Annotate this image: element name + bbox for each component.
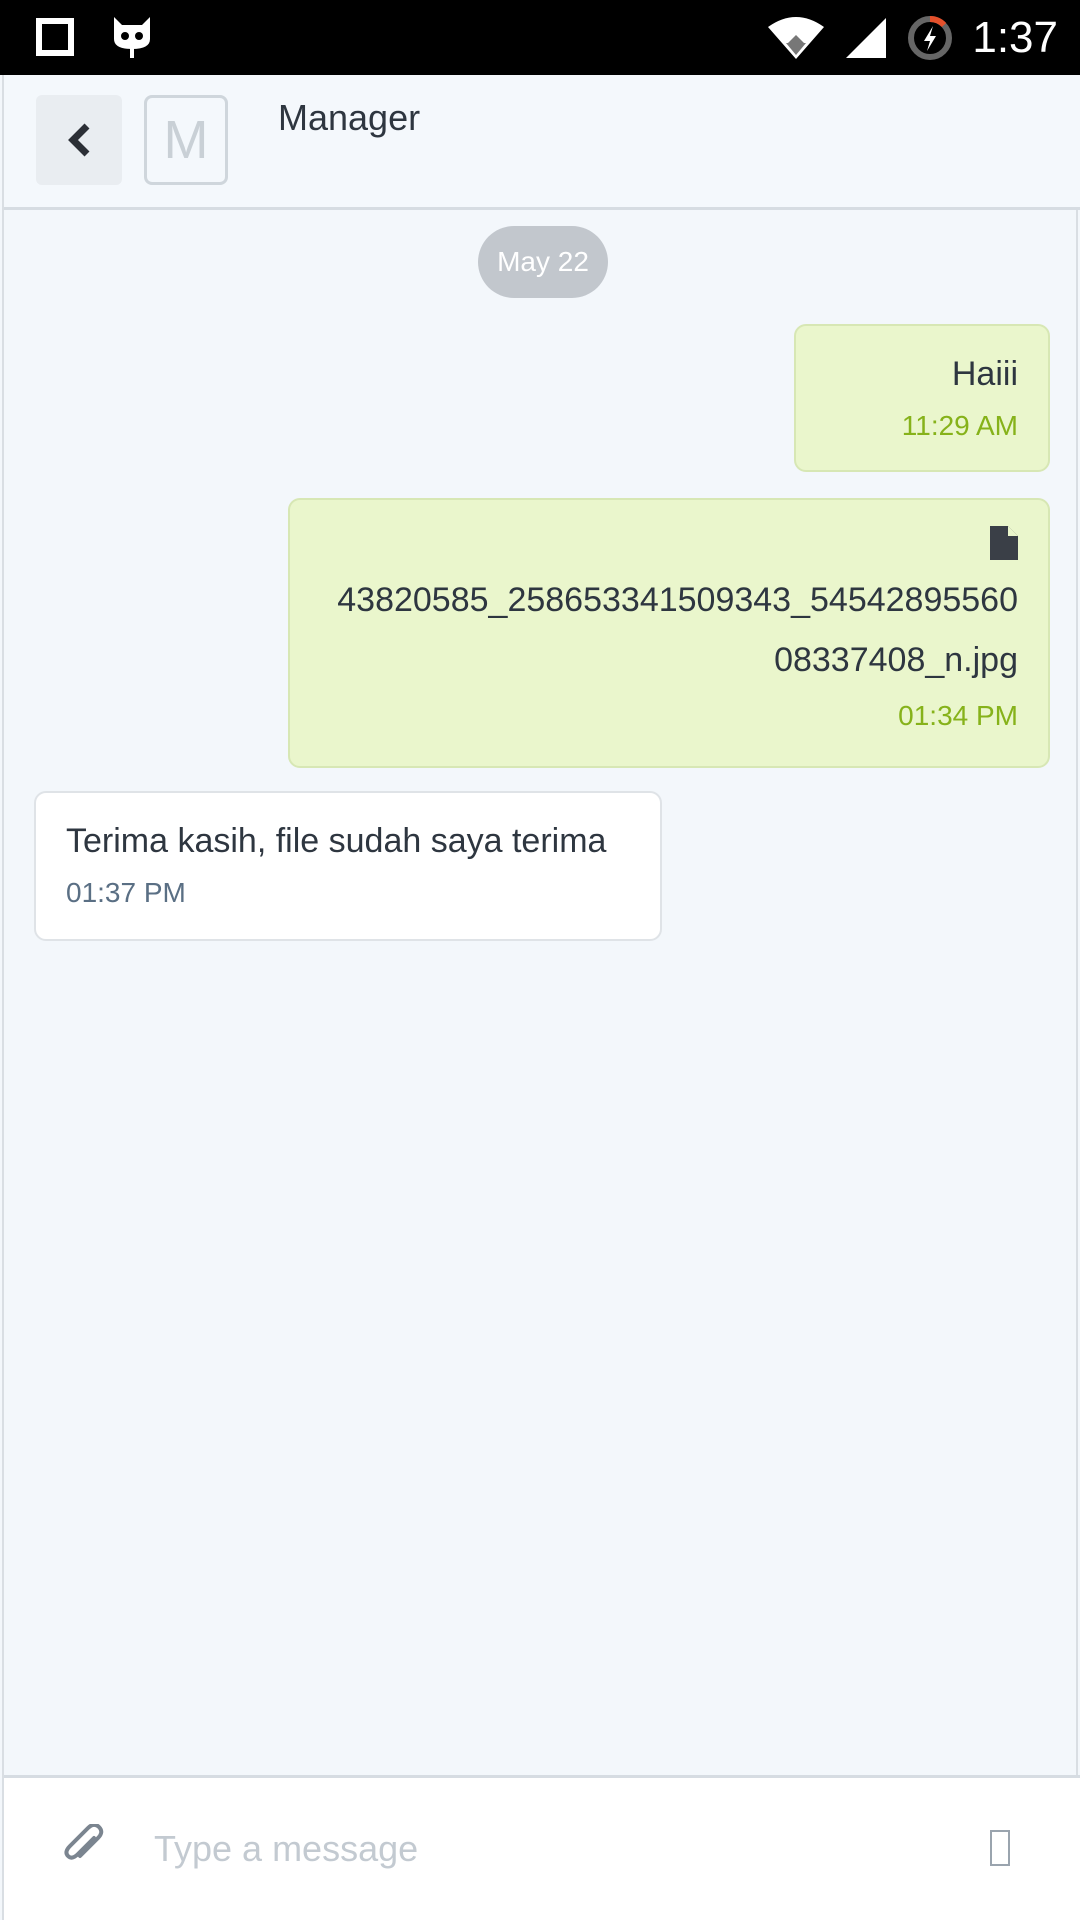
wifi-icon xyxy=(768,16,825,59)
message-bubble-outgoing[interactable]: Haiii 11:29 AM xyxy=(794,324,1050,472)
paperclip-icon[interactable] xyxy=(64,1824,104,1868)
chevron-left-icon xyxy=(68,123,90,157)
file-icon[interactable] xyxy=(326,526,1018,562)
clock: 1:37 xyxy=(972,12,1058,62)
back-button[interactable] xyxy=(36,95,122,185)
message-time: 01:34 PM xyxy=(898,700,1018,731)
message-input[interactable] xyxy=(154,1814,954,1884)
send-icon[interactable] xyxy=(990,1830,1010,1866)
file-name[interactable]: 43820585_258653341509343_545428955600833… xyxy=(326,570,1018,690)
message-composer xyxy=(4,1775,1080,1920)
message-time: 11:29 AM xyxy=(901,410,1018,441)
cat-face-icon xyxy=(114,17,150,58)
page-title[interactable]: Manager xyxy=(278,97,420,139)
chat-header: M Manager xyxy=(4,75,1080,210)
battery-charging-icon xyxy=(908,15,953,60)
date-separator: May 22 xyxy=(478,226,608,298)
status-bar: 1:37 xyxy=(0,0,1080,75)
message-text: Terima kasih, file sudah saya terima xyxy=(66,822,607,860)
avatar-letter: M xyxy=(163,110,209,170)
message-text: Haiii xyxy=(951,355,1018,393)
signal-icon xyxy=(846,17,887,58)
message-bubble-file[interactable]: 43820585_258653341509343_545428955600833… xyxy=(288,498,1050,768)
message-bubble-incoming[interactable]: Terima kasih, file sudah saya terima 01:… xyxy=(34,791,662,941)
message-time: 01:37 PM xyxy=(66,877,186,908)
avatar[interactable]: M xyxy=(144,95,228,185)
chat-screen: M Manager May 22 Haiii 11:29 AM 43820585… xyxy=(2,75,1080,1920)
stop-square-icon xyxy=(36,18,74,56)
